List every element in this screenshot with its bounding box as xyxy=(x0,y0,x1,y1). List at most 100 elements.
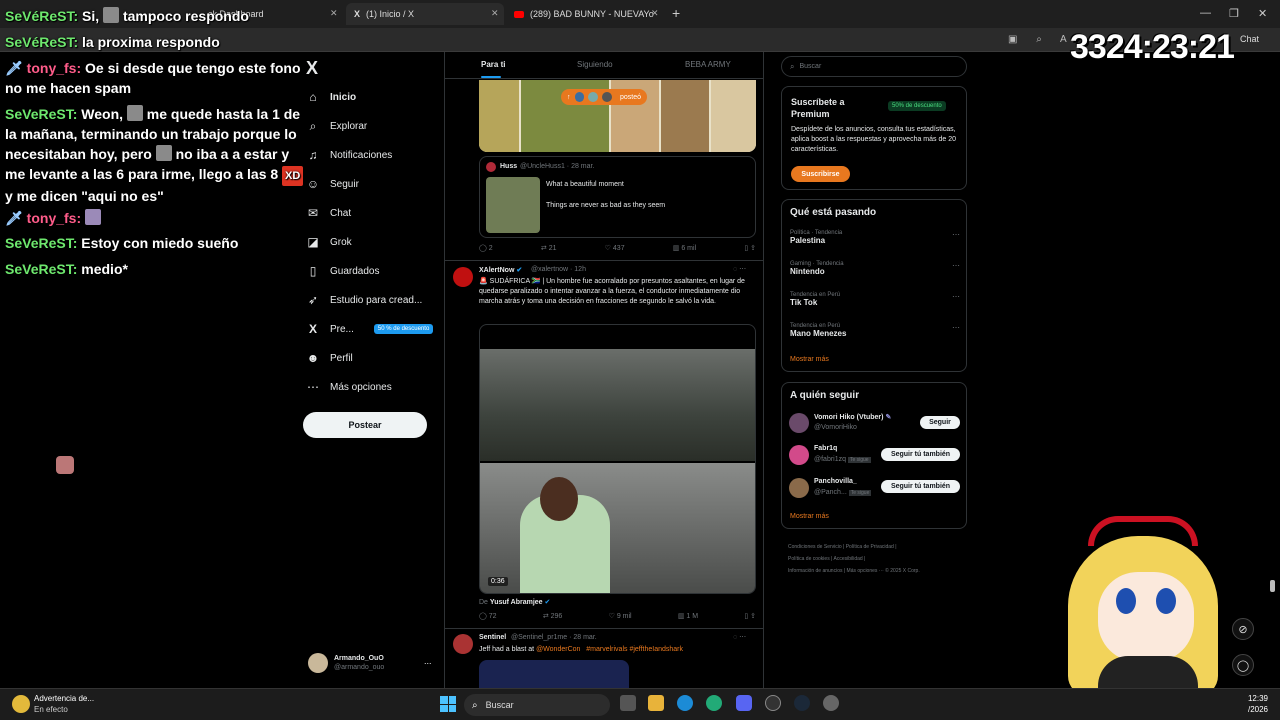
nav-explorar[interactable]: ⌕ Explorar xyxy=(306,115,368,137)
trend-item[interactable]: Gaming · Tendencia Nintendo ⋯ xyxy=(790,261,960,276)
avatar[interactable] xyxy=(453,634,473,654)
video-player[interactable]: 0:36 xyxy=(479,324,756,594)
like-button[interactable]: ♡ 9 mil xyxy=(609,612,632,620)
message-icon[interactable]: ◯ xyxy=(1232,654,1254,676)
tab-youtube[interactable]: (289) BAD BUNNY - NUEVAYo xyxy=(506,3,656,25)
stream-timer: 3324:23:21 xyxy=(1070,28,1235,66)
new-tab-button[interactable]: + xyxy=(672,5,680,21)
reply-button[interactable]: ◯ 2 xyxy=(479,244,493,252)
nav-chat[interactable]: ✉ Chat xyxy=(306,202,351,224)
obs-icon[interactable] xyxy=(765,695,781,711)
timeline[interactable]: Para ti Siguiendo BEBA ARMY ↑ posteó Hus… xyxy=(444,52,764,688)
nav-premium[interactable]: X Pre... 50 % de descuento xyxy=(306,318,434,340)
trend-item[interactable]: Política · Tendencia Palestina ⋯ xyxy=(790,230,960,245)
close-icon[interactable]: ✕ xyxy=(651,8,659,19)
views-button[interactable]: ▥ 6 mil xyxy=(673,244,696,252)
sword-icon: 🗡 xyxy=(5,210,23,226)
repost-count: 296 xyxy=(550,613,563,620)
avatar[interactable] xyxy=(789,478,809,498)
tab-para-ti[interactable]: Para ti xyxy=(481,60,505,69)
chat-username: SeVeReST: xyxy=(5,106,78,122)
clock-date[interactable]: /2026 xyxy=(1236,705,1268,714)
nav-guardados[interactable]: ▯ Guardados xyxy=(306,260,380,282)
taskbar-search[interactable]: ⌕ Buscar xyxy=(464,694,610,716)
video-person-head xyxy=(540,477,578,521)
chat-button[interactable]: Chat xyxy=(1240,34,1274,47)
mention-link[interactable]: @WonderCon xyxy=(536,646,580,653)
task-view-icon[interactable] xyxy=(620,695,636,711)
tab-beba-army[interactable]: BEBA ARMY xyxy=(685,60,731,69)
footer-line[interactable]: Información de anuncios | Más opciones ·… xyxy=(788,565,968,577)
nav-grok[interactable]: ◪ Grok xyxy=(306,231,351,253)
reply-button[interactable]: ◯ 72 xyxy=(479,612,497,620)
grok-icon[interactable]: ◌ ⋯ xyxy=(733,633,746,641)
windows-start-icon[interactable] xyxy=(440,696,456,712)
close-window-button[interactable]: ✕ xyxy=(1258,7,1267,20)
show-more-link[interactable]: Mostrar más xyxy=(790,356,829,363)
footer-links[interactable]: Condiciones de Servicio | Política de Pr… xyxy=(788,541,968,577)
nav-notificaciones[interactable]: ♫ Notificaciones xyxy=(306,144,393,166)
edge-icon[interactable] xyxy=(677,695,693,711)
minimize-button[interactable]: — xyxy=(1200,7,1211,19)
search-input[interactable]: ⌕ Buscar xyxy=(781,56,967,77)
follow-button[interactable]: Seguir tú también xyxy=(881,448,960,461)
posted-pill[interactable]: ↑ posteó xyxy=(561,89,647,105)
more-icon[interactable]: ⋯ xyxy=(952,230,960,239)
bookmark-icon[interactable]: ▯ ⇪ xyxy=(744,244,756,252)
grok-icon[interactable]: ⊘ xyxy=(1232,618,1254,640)
footer-line[interactable]: Condiciones de Servicio | Política de Pr… xyxy=(788,541,968,553)
more-icon[interactable]: ⋯ xyxy=(952,292,960,301)
maximize-button[interactable]: ❐ xyxy=(1229,7,1239,20)
follow-button[interactable]: Seguir xyxy=(920,416,960,429)
chat-message: SeVeReST: Estoy con miedo sueño xyxy=(5,233,310,253)
repost-button[interactable]: ⇄ 21 xyxy=(541,244,557,252)
footer-line[interactable]: Política de cookies | Accesibilidad | xyxy=(788,553,968,565)
views-button[interactable]: ▥ 1 M xyxy=(678,612,698,620)
discord-icon[interactable] xyxy=(736,695,752,711)
post-image[interactable] xyxy=(479,660,629,688)
avatar[interactable] xyxy=(789,413,809,433)
avatar xyxy=(602,92,612,102)
follow-button[interactable]: Seguir tú también xyxy=(881,480,960,493)
subscribe-button[interactable]: Suscribirse xyxy=(791,166,850,182)
more-icon[interactable]: ⋯ xyxy=(952,261,960,270)
settings-icon[interactable] xyxy=(823,695,839,711)
post-button[interactable]: Postear xyxy=(303,412,427,438)
steam-icon[interactable] xyxy=(794,695,810,711)
tab-siguiendo[interactable]: Siguiendo xyxy=(577,60,613,69)
repost-button[interactable]: ⇄ 296 xyxy=(543,612,563,620)
grok-icon[interactable]: ◌ ⋯ xyxy=(733,265,746,273)
clock-time[interactable]: 12:39 xyxy=(1236,694,1268,703)
chat-message: 🗡 tony_fs: xyxy=(5,208,310,228)
app-icon[interactable] xyxy=(706,695,722,711)
trend-name: Nintendo xyxy=(790,267,825,276)
account-handle: @armando_ouo xyxy=(334,664,385,671)
close-icon[interactable]: ✕ xyxy=(330,8,338,19)
nav-estudio[interactable]: ➶ Estudio para cread... xyxy=(306,289,422,311)
avatar-headband xyxy=(1088,516,1198,546)
avatar[interactable] xyxy=(789,445,809,465)
close-icon[interactable]: ✕ xyxy=(491,8,499,19)
bookmark-icon[interactable]: ▯ ⇪ xyxy=(744,612,756,620)
nav-inicio[interactable]: ⌂ Inicio xyxy=(306,86,356,108)
like-button[interactable]: ♡ 437 xyxy=(605,244,625,252)
nav-perfil[interactable]: ☻ Perfil xyxy=(306,347,353,369)
trend-item[interactable]: Tendencia en Perú Mano Menezes ⋯ xyxy=(790,323,960,338)
nav-seguir[interactable]: ☺ Seguir xyxy=(306,173,359,195)
avatar-eye xyxy=(1116,588,1136,614)
show-more-link[interactable]: Mostrar más xyxy=(790,513,829,520)
avatar[interactable] xyxy=(453,267,473,287)
file-explorer-icon[interactable] xyxy=(648,695,664,711)
scrollbar-thumb[interactable] xyxy=(1270,580,1275,592)
quoted-post[interactable]: Huss @UncleHuss1 · 28 mar. What a beauti… xyxy=(479,156,756,238)
from-name[interactable]: Yusuf Abramjee xyxy=(490,599,543,606)
avatar[interactable] xyxy=(308,653,328,673)
nav-mas-opciones[interactable]: ⋯ Más opciones xyxy=(306,376,392,398)
account-more-button[interactable]: ... xyxy=(424,656,432,666)
more-icon[interactable]: ⋯ xyxy=(952,323,960,332)
trend-item[interactable]: Tendencia en Perú Tik Tok ⋯ xyxy=(790,292,960,307)
tab-inicio-x[interactable]: X (1) Inicio / X xyxy=(346,3,504,25)
notice-title[interactable]: Advertencia de... xyxy=(34,694,94,703)
post-author: Sentinel xyxy=(479,634,507,641)
hashtag-link[interactable]: #marvelrivals #jefftheIandshark xyxy=(586,646,683,653)
